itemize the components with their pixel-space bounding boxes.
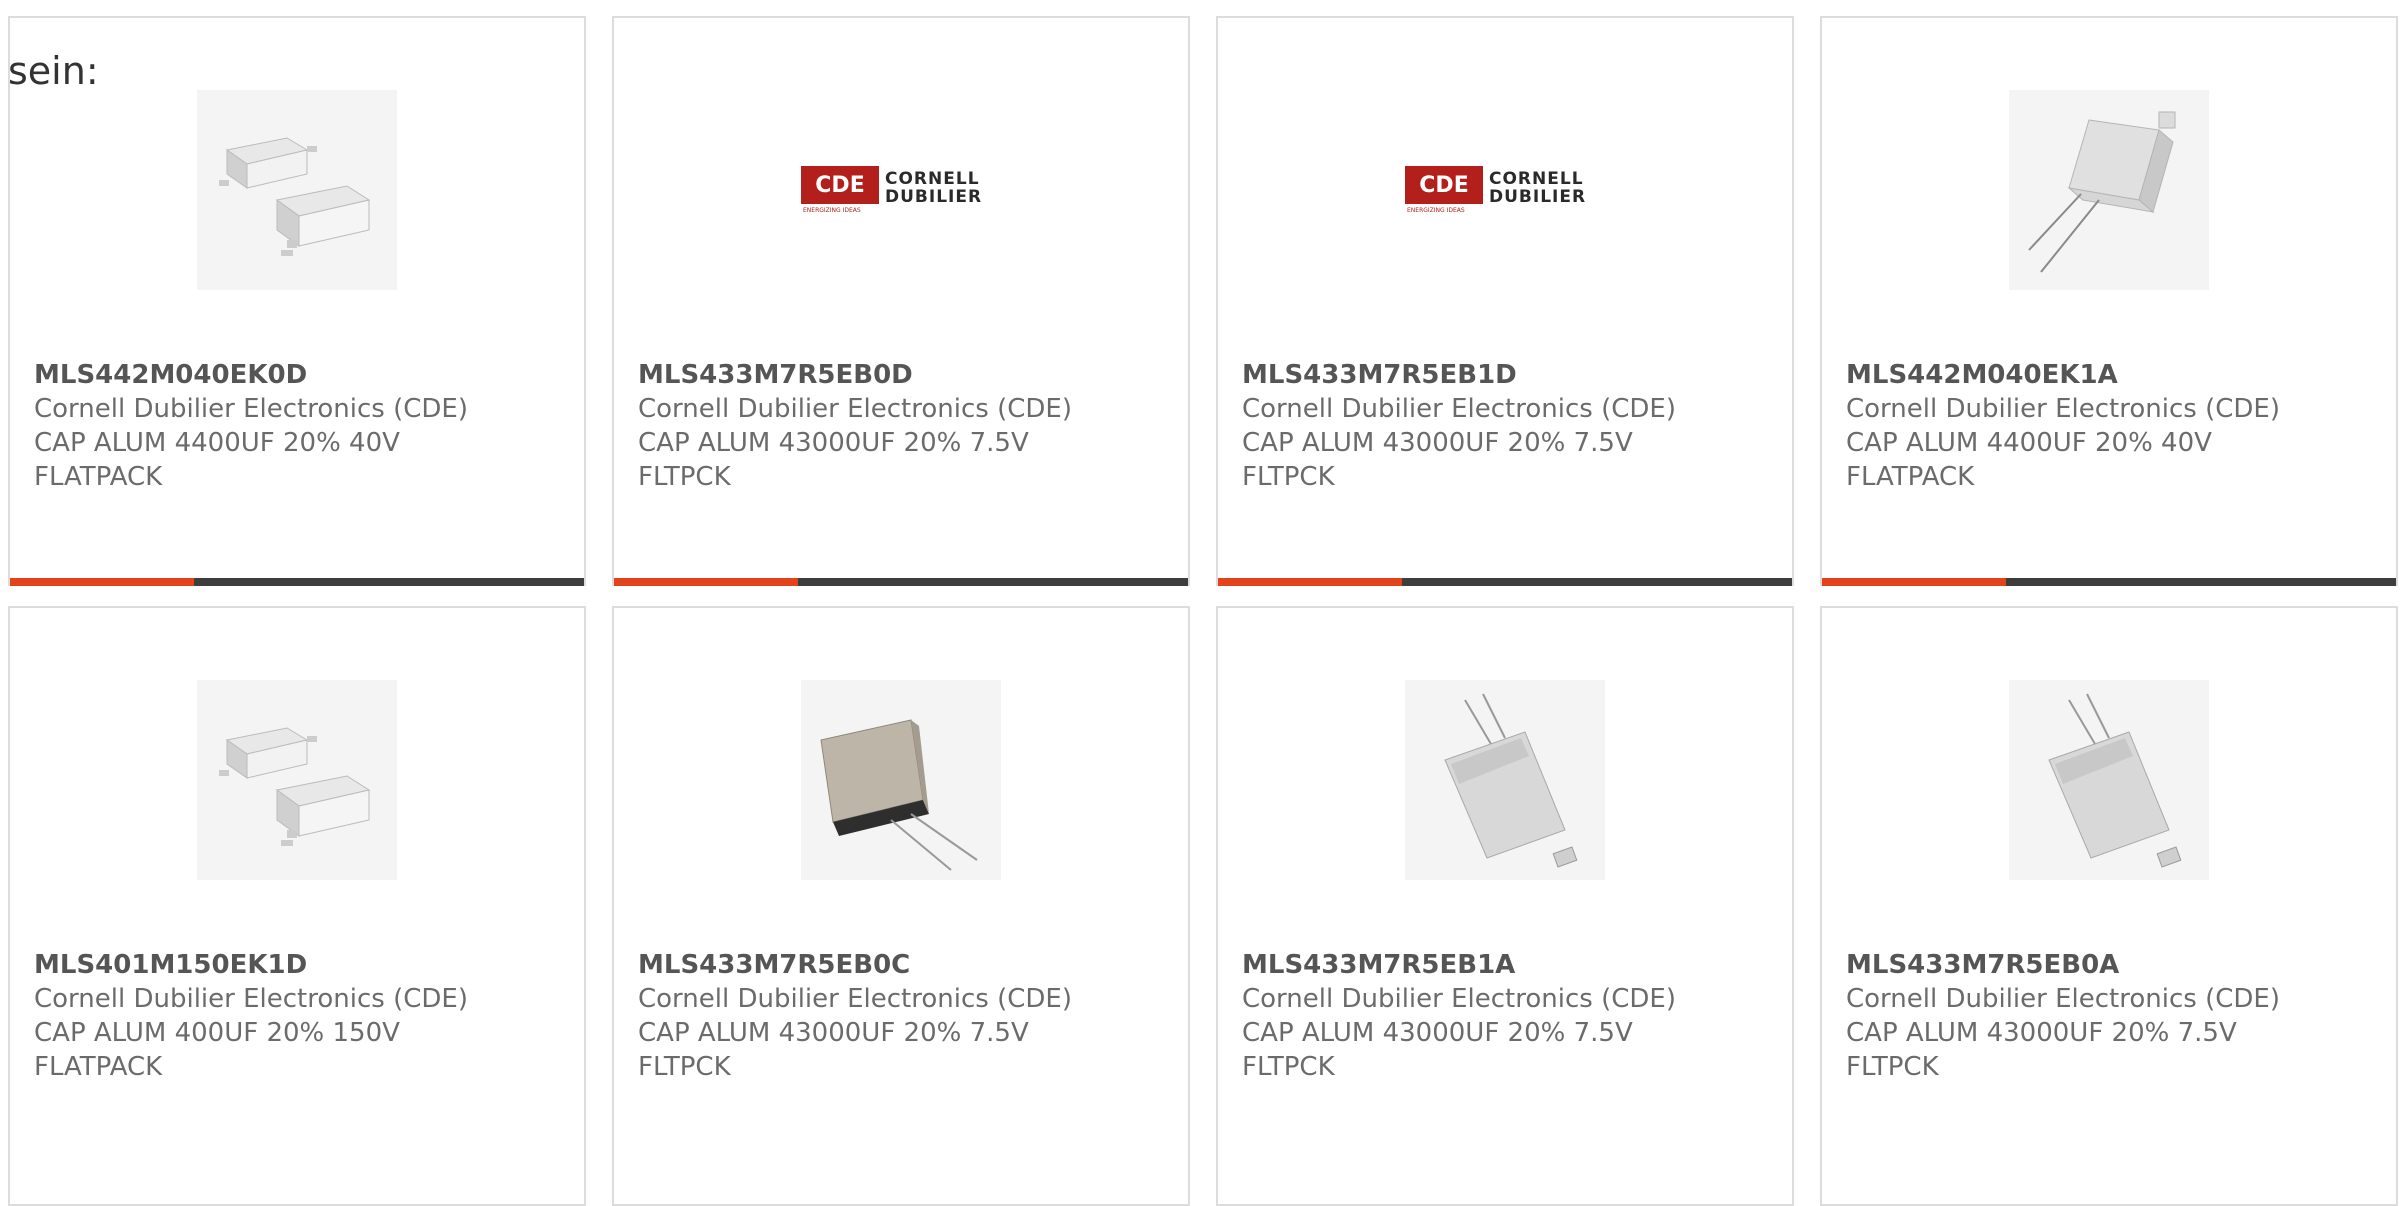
manufacturer: Cornell Dubilier Electronics (CDE) — [34, 984, 468, 1014]
description: CAP ALUM 43000UF 20% 7.5V — [1242, 1018, 1633, 1048]
part-number[interactable]: MLS442M040EK0D — [34, 358, 574, 392]
manufacturer: Cornell Dubilier Electronics (CDE) — [638, 394, 1072, 424]
description-cont: FLATPACK — [34, 1052, 163, 1082]
logo-tagline: ENERGIZING IDEAS — [803, 207, 861, 214]
part-number[interactable]: MLS433M7R5EB0C — [638, 948, 1178, 982]
flatpack-pair-icon — [197, 90, 397, 290]
cde-logo: CDE CORNELL DUBILIER ENERGIZING IDEAS — [1405, 90, 1605, 290]
manufacturer: Cornell Dubilier Electronics (CDE) — [1242, 394, 1676, 424]
description: CAP ALUM 43000UF 20% 7.5V — [1242, 428, 1633, 458]
flatpack-dark-icon — [801, 680, 1001, 880]
part-number[interactable]: MLS433M7R5EB1D — [1242, 358, 1782, 392]
logo-abbr: CDE — [815, 173, 864, 198]
card-bar-accent — [614, 578, 798, 586]
manufacturer: Cornell Dubilier Electronics (CDE) — [1242, 984, 1676, 1014]
product-card[interactable]: MLS433M7R5EB0C Cornell Dubilier Electron… — [612, 606, 1190, 1206]
description-cont: FLTPCK — [638, 462, 731, 492]
flatpack-silver-icon — [1405, 680, 1605, 880]
manufacturer: Cornell Dubilier Electronics (CDE) — [1846, 394, 2280, 424]
card-bar — [614, 578, 1188, 586]
logo-line1: CORNELL — [885, 169, 980, 189]
cde-logo: CDE CORNELL DUBILIER ENERGIZING IDEAS — [801, 90, 1001, 290]
logo-abbr: CDE — [1419, 173, 1468, 198]
logo-line2: DUBILIER — [1489, 187, 1586, 207]
card-bar — [10, 578, 584, 586]
part-number[interactable]: MLS401M150EK1D — [34, 948, 574, 982]
description-cont: FLTPCK — [1242, 462, 1335, 492]
manufacturer: Cornell Dubilier Electronics (CDE) — [638, 984, 1072, 1014]
card-bar-accent — [1218, 578, 1402, 586]
description: CAP ALUM 4400UF 20% 40V — [34, 428, 400, 458]
card-bar — [1218, 578, 1792, 586]
description-cont: FLTPCK — [1846, 1052, 1939, 1082]
product-grid: MLS442M040EK0D Cornell Dubilier Electron… — [8, 16, 2400, 1206]
card-bar-accent — [1822, 578, 2006, 586]
product-card[interactable]: CDE CORNELL DUBILIER ENERGIZING IDEAS ML… — [612, 16, 1190, 586]
flatpack-silver-icon — [2009, 680, 2209, 880]
part-number[interactable]: MLS442M040EK1A — [1846, 358, 2386, 392]
product-card[interactable]: MLS442M040EK1A Cornell Dubilier Electron… — [1820, 16, 2398, 586]
product-card[interactable]: CDE CORNELL DUBILIER ENERGIZING IDEAS ML… — [1216, 16, 1794, 586]
product-card[interactable]: MLS401M150EK1D Cornell Dubilier Electron… — [8, 606, 586, 1206]
product-card[interactable]: MLS433M7R5EB0A Cornell Dubilier Electron… — [1820, 606, 2398, 1206]
intro-text: sein: — [8, 49, 99, 93]
description-cont: FLATPACK — [34, 462, 163, 492]
part-number[interactable]: MLS433M7R5EB0A — [1846, 948, 2386, 982]
part-number[interactable]: MLS433M7R5EB1A — [1242, 948, 1782, 982]
product-card[interactable]: MLS433M7R5EB1A Cornell Dubilier Electron… — [1216, 606, 1794, 1206]
card-bar-accent — [10, 578, 194, 586]
part-number[interactable]: MLS433M7R5EB0D — [638, 358, 1178, 392]
description: CAP ALUM 43000UF 20% 7.5V — [638, 428, 1029, 458]
logo-line1: CORNELL — [1489, 169, 1584, 189]
product-card[interactable]: MLS442M040EK0D Cornell Dubilier Electron… — [8, 16, 586, 586]
card-bar — [1822, 578, 2396, 586]
description-cont: FLATPACK — [1846, 462, 1975, 492]
description: CAP ALUM 4400UF 20% 40V — [1846, 428, 2212, 458]
logo-line2: DUBILIER — [885, 187, 982, 207]
manufacturer: Cornell Dubilier Electronics (CDE) — [1846, 984, 2280, 1014]
flatpack-leaded-icon — [2009, 90, 2209, 290]
description-cont: FLTPCK — [638, 1052, 731, 1082]
flatpack-pair-icon — [197, 680, 397, 880]
description-cont: FLTPCK — [1242, 1052, 1335, 1082]
logo-tagline: ENERGIZING IDEAS — [1407, 207, 1465, 214]
description: CAP ALUM 400UF 20% 150V — [34, 1018, 400, 1048]
description: CAP ALUM 43000UF 20% 7.5V — [1846, 1018, 2237, 1048]
description: CAP ALUM 43000UF 20% 7.5V — [638, 1018, 1029, 1048]
manufacturer: Cornell Dubilier Electronics (CDE) — [34, 394, 468, 424]
